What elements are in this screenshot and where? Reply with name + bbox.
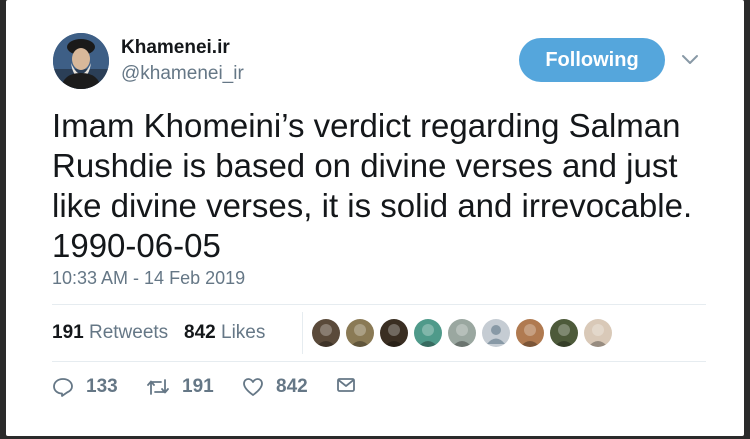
author-avatar[interactable] — [53, 33, 109, 89]
likes-label: Likes — [221, 322, 266, 343]
liker-avatar-4[interactable] — [414, 319, 442, 347]
divider-bottom — [52, 361, 706, 362]
retweets-stat[interactable]: 191 Retweets — [52, 322, 168, 343]
liker-avatar-2[interactable] — [346, 319, 374, 347]
stats-separator — [302, 312, 303, 354]
profile-photo-icon — [53, 33, 109, 89]
envelope-icon — [337, 378, 355, 392]
tweet-stats: 191 Retweets 842 Likes — [52, 322, 265, 344]
liker-avatar-9[interactable] — [584, 319, 612, 347]
liker-avatar-1[interactable] — [312, 319, 340, 347]
direct-message-action[interactable] — [336, 376, 368, 394]
liker-avatar-8[interactable] — [550, 319, 578, 347]
liker-avatar-default[interactable] — [482, 319, 510, 347]
like-action[interactable]: 842 — [242, 376, 308, 398]
heart-icon — [243, 378, 263, 396]
chevron-down-icon[interactable] — [680, 50, 700, 68]
author-handle[interactable]: @khamenei_ir — [121, 63, 244, 85]
retweet-action[interactable]: 191 — [146, 376, 214, 398]
author-name[interactable]: Khamenei.ir — [121, 37, 230, 59]
like-count: 842 — [276, 376, 308, 397]
retweets-label: Retweets — [88, 322, 169, 343]
tweet-timestamp[interactable]: 10:33 AM - 14 Feb 2019 — [52, 268, 245, 289]
retweet-icon — [147, 379, 169, 395]
reply-action[interactable]: 133 — [52, 376, 118, 398]
reply-icon — [53, 378, 73, 397]
retweet-count: 191 — [182, 376, 214, 397]
tweet-text: Imam Khomeini’s verdict regarding Salman… — [52, 107, 693, 264]
retweets-count: 191 — [52, 322, 84, 343]
likes-stat[interactable]: 842 Likes — [184, 322, 265, 343]
reply-count: 133 — [86, 376, 118, 397]
liker-avatar-7[interactable] — [516, 319, 544, 347]
liker-avatar-3[interactable] — [380, 319, 408, 347]
likes-count: 842 — [184, 322, 216, 343]
divider-top — [52, 304, 706, 305]
liker-avatar-5[interactable] — [448, 319, 476, 347]
following-button[interactable]: Following — [519, 38, 665, 82]
tweet-card: Khamenei.ir @khamenei_ir Following Imam … — [6, 0, 744, 436]
